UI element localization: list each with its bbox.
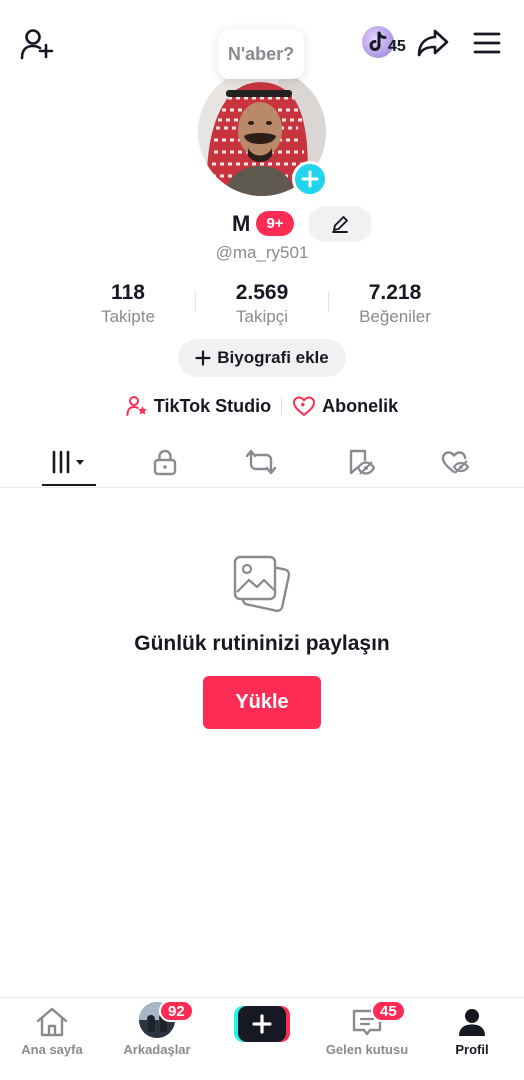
pencil-icon: [332, 216, 348, 233]
edit-profile-button[interactable]: [308, 206, 372, 242]
tiktok-studio-link[interactable]: TikTok Studio: [126, 395, 271, 417]
create-button[interactable]: [234, 1006, 290, 1042]
tab-private[interactable]: [135, 438, 195, 486]
subscription-heart-star-icon: [293, 396, 316, 416]
username: @ma_ry501: [215, 243, 309, 262]
nav-home[interactable]: Ana sayfa: [0, 998, 104, 1068]
tab-liked[interactable]: [425, 438, 485, 486]
nav-friends[interactable]: 92 Arkadaşlar: [105, 998, 209, 1068]
friends-badge: 92: [159, 1000, 194, 1022]
repost-icon: [246, 449, 276, 475]
upload-button[interactable]: Yükle: [203, 676, 321, 729]
bookmark-eye-icon: [349, 449, 375, 475]
nav-inbox[interactable]: 45 Gelen kutusu: [315, 998, 419, 1068]
home-icon: [36, 1007, 68, 1037]
lock-icon: [153, 449, 177, 476]
status-note-text: N'aber?: [227, 43, 295, 64]
followers-stat[interactable]: 2.569 Takipçi: [192, 280, 332, 327]
nav-friends-label: Arkadaşlar: [123, 1042, 191, 1057]
add-avatar-button[interactable]: [292, 161, 328, 197]
tab-reposts[interactable]: [231, 438, 291, 486]
active-tab-indicator: [42, 484, 96, 486]
nav-profile-label: Profil: [455, 1042, 489, 1057]
hamburger-menu-icon: [473, 32, 501, 54]
share-icon: [417, 29, 449, 57]
tab-favorites[interactable]: [330, 438, 390, 486]
heart-eye-icon: [441, 451, 470, 474]
empty-state-title: Günlük rutininizi paylaşın: [134, 632, 390, 655]
tab-videos[interactable]: [42, 438, 96, 486]
menu-button[interactable]: [468, 28, 506, 58]
add-friend-button[interactable]: [18, 26, 56, 62]
plus-icon: [252, 1014, 272, 1034]
share-profile-button[interactable]: [414, 26, 452, 60]
plus-icon: [195, 350, 211, 366]
profile-person-icon: [459, 1009, 485, 1036]
notification-badge[interactable]: 9+: [256, 211, 294, 236]
videos-grid-icon: [52, 450, 84, 474]
bottom-navigation: Ana sayfa 92 Arkadaşlar 45 Gelen kutusu …: [0, 997, 524, 1080]
followers-label: Takipçi: [236, 307, 288, 326]
links-divider: [281, 397, 283, 415]
following-count: 118: [111, 281, 145, 304]
inbox-badge: 45: [371, 1000, 406, 1022]
creator-studio-icon: [126, 396, 147, 416]
likes-label: Beğeniler: [359, 307, 431, 326]
profile-name: M: [232, 211, 251, 236]
add-bio-label: Biyografi ekle: [217, 348, 329, 367]
profile-links: TikTok Studio Abonelik: [0, 393, 524, 419]
add-user-icon: [20, 29, 54, 60]
plus-icon: [301, 170, 319, 188]
subscription-link[interactable]: Abonelik: [292, 395, 398, 417]
profile-content-tabs: [0, 438, 524, 488]
following-label: Takipte: [101, 307, 155, 326]
nav-profile[interactable]: Profil: [420, 998, 524, 1068]
status-note-bubble[interactable]: N'aber?: [218, 29, 304, 79]
tiktok-studio-label: TikTok Studio: [153, 395, 272, 416]
followers-count: 2.569: [235, 281, 289, 304]
likes-count: 7.218: [368, 281, 422, 304]
add-bio-button[interactable]: Biyografi ekle: [178, 339, 346, 377]
subscription-label: Abonelik: [322, 395, 399, 416]
likes-stat[interactable]: 7.218 Beğeniler: [325, 280, 465, 327]
nav-home-label: Ana sayfa: [21, 1042, 83, 1057]
photos-icon: [230, 552, 294, 616]
music-count: 45: [388, 38, 406, 55]
music-disc-badge[interactable]: 45: [362, 26, 412, 60]
following-stat[interactable]: 118 Takipte: [58, 280, 198, 327]
nav-inbox-label: Gelen kutusu: [325, 1042, 409, 1057]
